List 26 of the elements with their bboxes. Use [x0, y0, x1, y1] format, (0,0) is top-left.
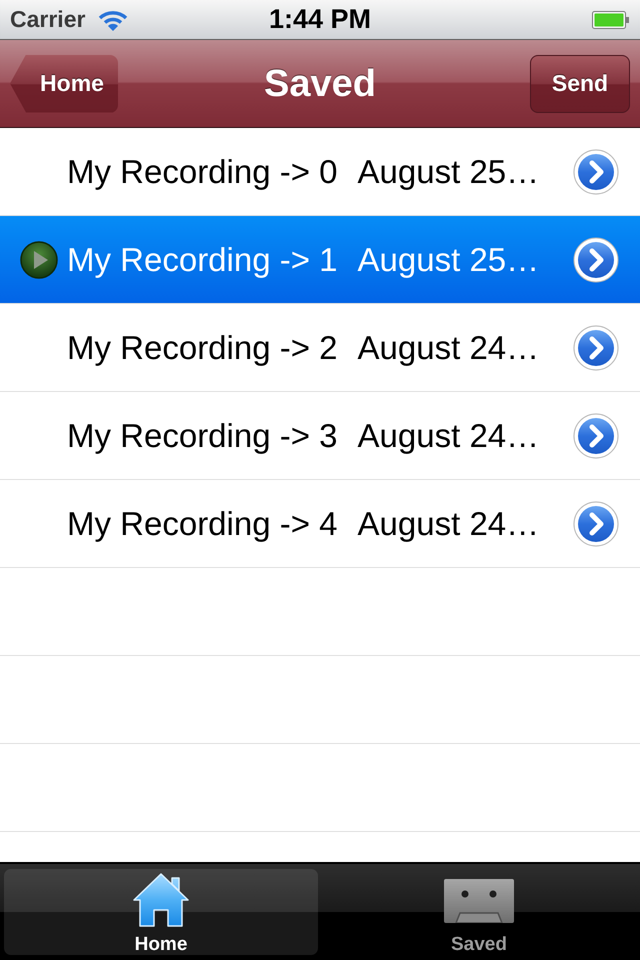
recording-name: My Recording -> 3: [67, 419, 338, 452]
clock-time: 1:44 PM: [268, 6, 372, 33]
battery-icon: [592, 10, 630, 30]
recording-date: August 24…: [358, 507, 540, 540]
house-icon: [132, 872, 190, 928]
recording-date: August 25…: [358, 155, 540, 188]
recording-date: August 25…: [358, 243, 540, 276]
cassette-icon: [444, 879, 514, 923]
screen-title: Saved: [264, 64, 376, 102]
tab-button[interactable]: Saved: [322, 869, 636, 955]
recording-name: My Recording -> 1: [67, 243, 338, 276]
disclosure-button[interactable]: [573, 236, 619, 282]
disclosure-button[interactable]: [573, 500, 619, 546]
disclosure-button[interactable]: [573, 324, 619, 370]
recording-row[interactable]: My Recording -> 1 August 25…: [0, 216, 640, 304]
recording-name: My Recording -> 2: [67, 331, 338, 364]
recording-date: August 24…: [358, 419, 540, 452]
recording-name: My Recording -> 4: [67, 507, 338, 540]
send-button[interactable]: Send: [530, 54, 630, 112]
carrier-name: Carrier: [10, 8, 86, 31]
tab-button[interactable]: Home: [4, 869, 318, 955]
disclosure-button[interactable]: [573, 148, 619, 194]
recording-name: My Recording -> 0: [67, 155, 338, 188]
back-button[interactable]: Home: [10, 54, 118, 112]
recording-date: August 24…: [358, 331, 540, 364]
disclosure-button[interactable]: [573, 412, 619, 458]
